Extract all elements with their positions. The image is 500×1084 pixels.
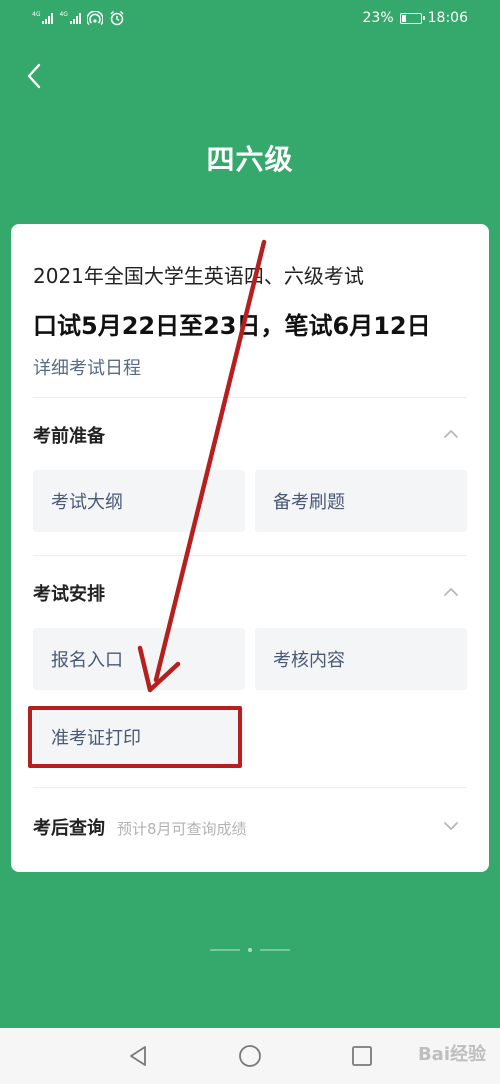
status-right: 23% 18:06 [363,10,468,26]
nav-back-button[interactable] [126,1044,150,1068]
tile-admission-ticket[interactable]: 准考证打印 [33,706,245,768]
exam-card: 2021年全国大学生英语四、六级考试 口试5月22日至23日，笔试6月12日 详… [11,224,489,872]
divider [33,397,467,398]
signal-icon: 4G [32,11,54,24]
chevron-up-icon[interactable] [441,582,461,602]
circle-home-icon [239,1045,261,1067]
section-title-results[interactable]: 考后查询 预计8月可查询成绩 [33,814,247,840]
divider [33,787,467,788]
chevron-left-icon [27,63,41,89]
signal-icon: 4G [59,11,81,24]
section-title-arrangement[interactable]: 考试安排 [33,580,105,606]
hotspot-icon [86,11,103,25]
section-title-prep[interactable]: 考前准备 [33,422,105,448]
battery-percent: 23% [362,10,394,26]
exam-name: 2021年全国大学生英语四、六级考试 [33,264,364,288]
schedule-link[interactable]: 详细考试日程 [33,354,141,380]
page-indicator-line [210,949,240,951]
watermark: Bai经验 [417,1044,486,1065]
tile-syllabus[interactable]: 考试大纲 [33,470,245,532]
chevron-down-icon[interactable] [441,816,461,836]
status-bar: 4G 4G 23% 18:06 [0,0,500,40]
page-indicator [200,948,300,952]
page-title: 四六级 [206,143,294,176]
results-note: 预计8月可查询成绩 [117,820,247,838]
network-type-label: 4G [59,11,68,18]
clock: 18:06 [427,10,468,26]
square-recents-icon [352,1046,372,1066]
triangle-back-icon [130,1046,146,1066]
network-type-label: 4G [32,11,41,18]
chevron-up-icon[interactable] [441,424,461,444]
nav-home-button[interactable] [238,1044,262,1068]
tile-content[interactable]: 考核内容 [255,628,467,690]
divider [33,555,467,556]
battery-icon [399,12,425,24]
exam-dates: 口试5月22日至23日，笔试6月12日 [33,312,431,340]
alarm-icon [110,10,124,26]
tile-registration[interactable]: 报名入口 [33,628,245,690]
section-title-results-label: 考后查询 [33,818,105,839]
status-left: 4G 4G [32,10,125,26]
page-indicator-line [260,949,290,951]
tile-practice[interactable]: 备考刷题 [255,470,467,532]
back-button[interactable] [16,58,52,94]
nav-recents-button[interactable] [350,1044,374,1068]
page-indicator-dot [248,948,252,952]
